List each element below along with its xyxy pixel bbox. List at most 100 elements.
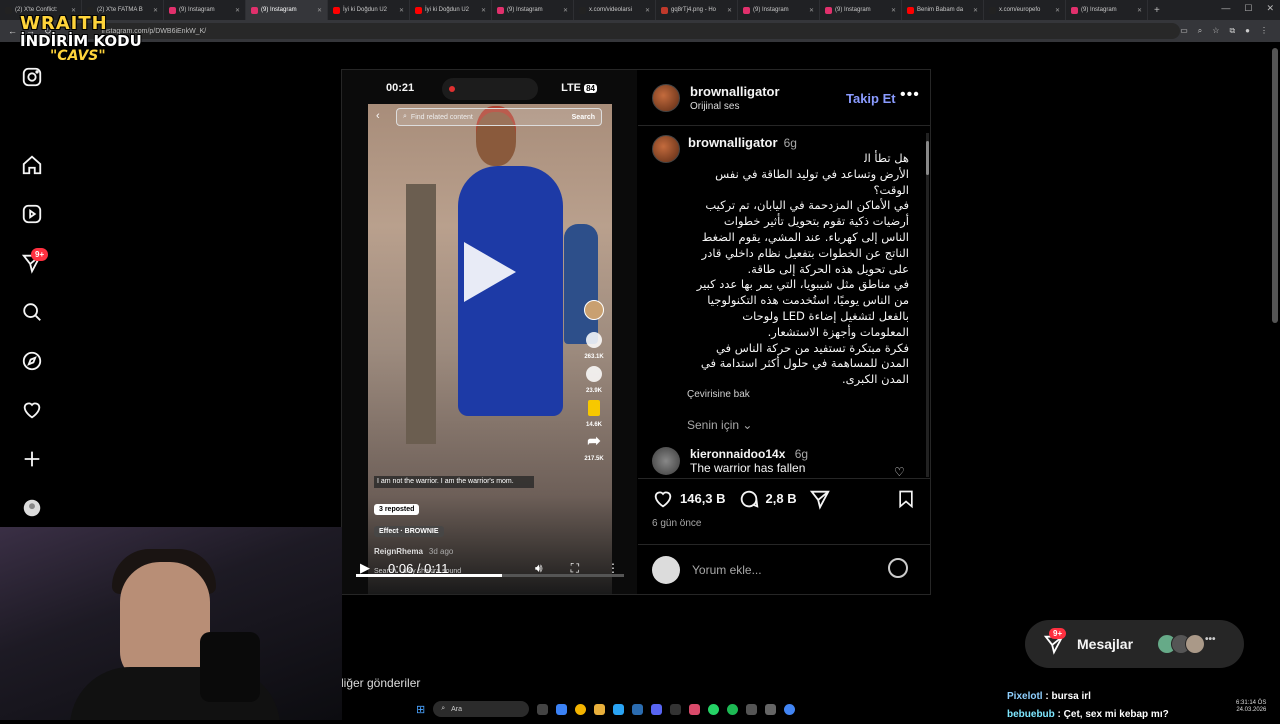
comment-like-icon[interactable]: ♡ (894, 465, 905, 477)
taskbar-app-icon[interactable] (765, 703, 777, 715)
windows-start-icon[interactable]: ⊞ (416, 703, 425, 716)
home-icon[interactable] (19, 152, 45, 178)
phone-time: 00:21 (386, 82, 415, 94)
tab-favicon-icon (333, 6, 340, 14)
search-icon[interactable] (19, 299, 45, 325)
browser-tab[interactable]: İyi ki Doğdun U2 ✕ (410, 0, 492, 20)
browser-tab[interactable]: x.com/europefo ✕ (984, 0, 1066, 20)
audio-label[interactable]: Orijinal ses (690, 101, 780, 112)
tab-close-icon[interactable]: ✕ (809, 7, 814, 14)
follow-button[interactable]: Takip Et (846, 91, 896, 106)
taskbar-app-icon[interactable] (537, 703, 549, 715)
taskbar-app-icon[interactable] (784, 703, 796, 715)
author-avatar[interactable] (652, 83, 680, 112)
profile-icon[interactable]: ● (1245, 26, 1250, 36)
video-progress-bar[interactable] (356, 574, 624, 577)
browser-tab[interactable]: (9) Instagram ✕ (164, 0, 246, 20)
taskbar-app-icon[interactable] (708, 703, 720, 715)
tab-close-icon[interactable]: ✕ (235, 7, 240, 14)
reels-icon[interactable] (19, 201, 45, 227)
taskbar-app-icon[interactable] (556, 703, 568, 715)
search-icon: ⌕ (441, 705, 446, 712)
like-button[interactable]: 146,3 B (652, 488, 726, 510)
play-overlay-icon[interactable] (464, 242, 516, 302)
tab-favicon-icon (251, 6, 258, 14)
star-icon[interactable]: ☆ (1212, 26, 1219, 36)
comment-button[interactable]: 2,8 B (738, 488, 797, 510)
commenter-username[interactable]: kieronnaidoo14x (690, 447, 785, 461)
caption-avatar[interactable] (652, 135, 680, 163)
taskbar-app-icon[interactable] (727, 703, 739, 715)
tab-close-icon[interactable]: ✕ (399, 7, 404, 14)
minimize-icon[interactable]: — (1221, 3, 1230, 14)
instagram-logo-icon[interactable] (19, 64, 45, 90)
extensions-icon[interactable]: ⧉ (1229, 26, 1235, 36)
tab-close-icon[interactable]: ✕ (481, 7, 486, 14)
share-button[interactable] (809, 488, 831, 510)
see-translation-link[interactable]: Çevirisine bak (687, 389, 750, 400)
page-scrollbar[interactable] (1272, 48, 1278, 323)
author-username[interactable]: brownalligator (690, 84, 780, 99)
tab-close-icon[interactable]: ✕ (1055, 7, 1060, 14)
browser-tab[interactable]: (9) Instagram ✕ (1066, 0, 1148, 20)
zoom-icon[interactable]: ⌕ (1198, 26, 1202, 36)
browser-tab[interactable]: (9) Instagram ✕ (738, 0, 820, 20)
taskbar-search[interactable]: ⌕ Ara (433, 701, 530, 717)
dynamic-island (442, 78, 538, 100)
tab-label: gq8rTj4.png - Ho (671, 7, 717, 13)
taskbar-app-icon[interactable] (632, 703, 644, 715)
menu-icon[interactable]: ⋮ (1260, 26, 1268, 36)
taskbar-app-icon[interactable] (689, 703, 701, 715)
comments-scrollbar[interactable] (926, 133, 929, 477)
messages-button[interactable]: 9+ Mesajlar ••• (1025, 620, 1244, 668)
url-field[interactable]: instagram.com/p/DWB6iEnkW_K/ (71, 23, 1181, 39)
taskbar-app-icon[interactable] (575, 703, 587, 715)
browser-tab[interactable]: İyi ki Doğdun U2 ✕ (328, 0, 410, 20)
close-icon[interactable]: ✕ (1266, 3, 1274, 14)
taskbar-app-icon[interactable] (613, 703, 625, 715)
taskbar-app-icon[interactable] (670, 703, 682, 715)
tab-close-icon[interactable]: ✕ (153, 7, 158, 14)
profile-avatar-icon[interactable] (19, 495, 45, 521)
explore-icon[interactable] (19, 348, 45, 374)
find-content-placeholder: Find related content (410, 113, 473, 121)
emoji-icon[interactable] (888, 558, 908, 578)
for-you-dropdown[interactable]: Senin için ⌄ (687, 418, 752, 432)
windows-taskbar: ⊞ ⌕ Ara (416, 698, 1280, 720)
taskbar-app-icon[interactable] (594, 703, 606, 715)
back-icon[interactable]: ← (8, 26, 17, 37)
cast-icon[interactable]: ▭ (1180, 26, 1188, 36)
browser-tab[interactable]: (9) Instagram ✕ (492, 0, 574, 20)
save-button[interactable] (896, 488, 916, 513)
browser-tab[interactable]: (9) Instagram ✕ (246, 0, 328, 20)
share-icon (809, 490, 830, 510)
tab-close-icon[interactable]: ✕ (727, 7, 732, 14)
tab-close-icon[interactable]: ✕ (891, 7, 896, 14)
browser-tab[interactable]: (9) Instagram ✕ (820, 0, 902, 20)
more-options-icon[interactable]: ••• (900, 86, 920, 104)
taskbar-app-icon[interactable] (746, 703, 758, 715)
create-icon[interactable] (19, 446, 45, 472)
taskbar-app-icon[interactable] (651, 703, 663, 715)
tab-label: (9) Instagram (835, 7, 871, 13)
taskbar-clock[interactable]: 6:31:14 ÖS 24.03.2026 (1236, 700, 1266, 714)
browser-tab[interactable]: gq8rTj4.png - Ho ✕ (656, 0, 738, 20)
heart-icon (586, 332, 602, 348)
more-posts-heading: liğer gönderiler (341, 676, 421, 690)
tab-close-icon[interactable]: ✕ (645, 7, 650, 14)
video-player[interactable]: 00:21 LTE 84 ‹ ⌕ Find related content Se… (342, 70, 637, 594)
browser-tab[interactable]: x.com/videolarsi ✕ (574, 0, 656, 20)
tab-close-icon[interactable]: ✕ (563, 7, 568, 14)
maximize-icon[interactable]: ☐ (1244, 3, 1252, 14)
like-count: 146,3 B (680, 491, 726, 506)
commenter-avatar[interactable] (652, 447, 680, 475)
tab-close-icon[interactable]: ✕ (1137, 7, 1142, 14)
tab-favicon-icon (169, 6, 176, 14)
tab-close-icon[interactable]: ✕ (317, 7, 322, 14)
notifications-heart-icon[interactable] (19, 397, 45, 423)
add-comment-input[interactable]: Yorum ekle... (692, 563, 762, 577)
new-tab-icon[interactable]: + (1148, 5, 1166, 16)
browser-tab[interactable]: Benim Babam da ✕ (902, 0, 984, 20)
tab-close-icon[interactable]: ✕ (973, 7, 978, 14)
clock-time: 6:31:14 ÖS (1236, 700, 1267, 706)
